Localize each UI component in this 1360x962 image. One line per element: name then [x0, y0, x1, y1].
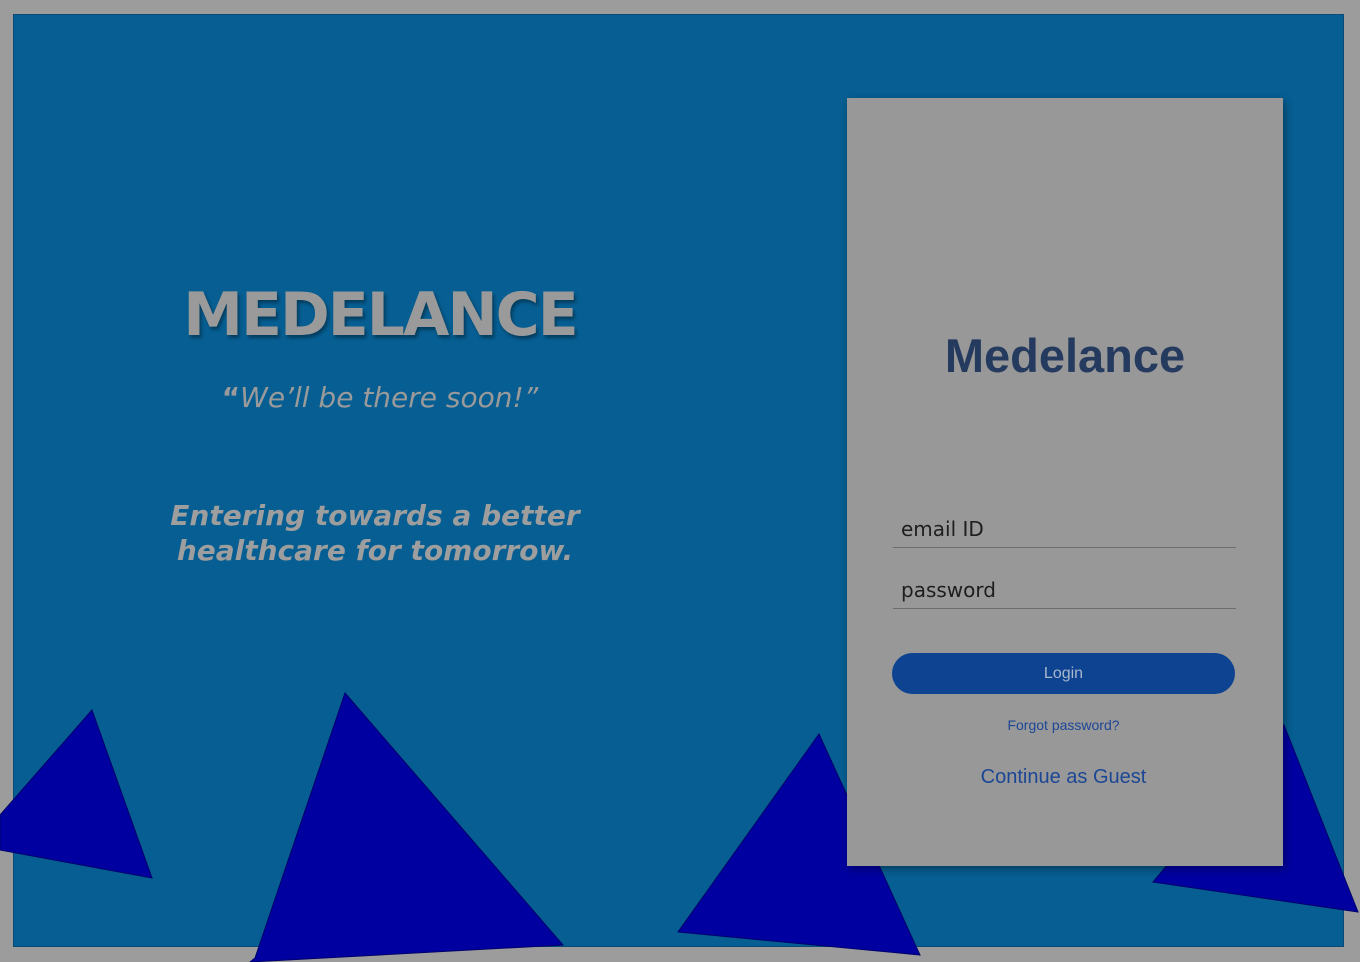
mission-statement: Entering towards a better healthcare for… [140, 498, 610, 568]
login-card-title: Medelance [944, 329, 1186, 382]
login-button[interactable]: Login [892, 653, 1235, 694]
tagline-text: We’ll be there soon!” [240, 381, 539, 414]
login-card [847, 98, 1283, 866]
email-field[interactable] [893, 511, 1236, 547]
mission-line-2: healthcare for tomorrow. [176, 534, 574, 567]
email-field-wrapper [893, 511, 1236, 548]
mission-line-1: Entering towards a better [170, 499, 580, 532]
tagline: “We’ll be there soon!” [150, 380, 610, 416]
password-field-wrapper [893, 572, 1236, 609]
tagline-open-quote: “ [221, 381, 241, 414]
brand-logo-text: MEDELANCE [183, 280, 578, 350]
continue-as-guest-link[interactable]: Continue as Guest [892, 766, 1235, 789]
password-field[interactable] [893, 572, 1236, 608]
forgot-password-link[interactable]: Forgot password? [892, 717, 1235, 733]
